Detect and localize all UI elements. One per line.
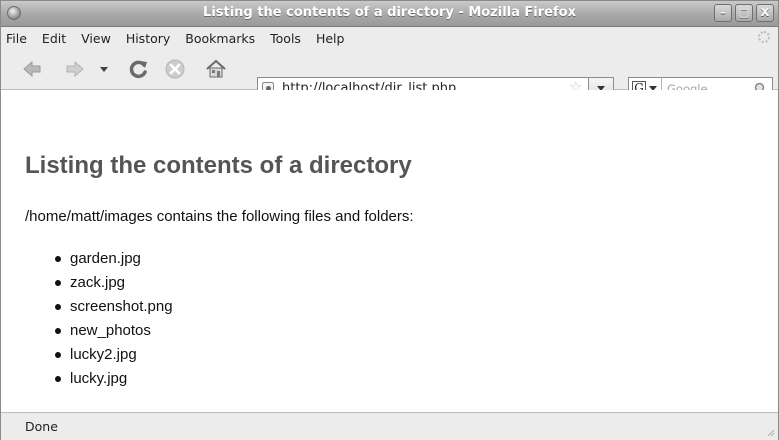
minimize-button[interactable]: – <box>714 4 732 22</box>
list-item: new_photos <box>55 322 173 346</box>
title-bar[interactable]: Listing the contents of a directory - Mo… <box>1 1 778 27</box>
activity-throbber-icon <box>758 31 770 43</box>
list-item: lucky2.jpg <box>55 346 173 370</box>
bullet-icon <box>55 352 61 358</box>
home-icon[interactable] <box>205 58 227 80</box>
list-item: zack.jpg <box>55 274 173 298</box>
resize-grip-icon[interactable] <box>765 427 775 437</box>
back-icon[interactable] <box>21 58 43 80</box>
close-button[interactable]: X <box>756 4 774 22</box>
menu-history[interactable]: History <box>118 31 177 46</box>
file-name: new_photos <box>70 322 151 339</box>
window-title: Listing the contents of a directory - Mo… <box>203 5 576 20</box>
bullet-icon <box>55 328 61 334</box>
file-name: screenshot.png <box>70 298 173 315</box>
directory-listing: garden.jpg zack.jpg screenshot.png new_p… <box>55 250 173 394</box>
bullet-icon <box>55 304 61 310</box>
status-text: Done <box>25 419 58 434</box>
status-bar: Done <box>1 412 778 440</box>
forward-icon[interactable] <box>64 58 86 80</box>
page-content: Listing the contents of a directory /hom… <box>1 90 778 412</box>
menu-file[interactable]: File <box>1 31 34 46</box>
menu-bookmarks[interactable]: Bookmarks <box>177 31 262 46</box>
window-controls: – □ X <box>714 4 774 22</box>
maximize-button[interactable]: □ <box>735 4 753 22</box>
file-name: zack.jpg <box>70 274 126 291</box>
directory-intro: /home/matt/images contains the following… <box>25 208 414 225</box>
history-dropdown-icon[interactable] <box>98 58 110 80</box>
page-heading: Listing the contents of a directory <box>25 152 412 179</box>
menu-tools[interactable]: Tools <box>262 31 308 46</box>
list-item: screenshot.png <box>55 298 173 322</box>
list-item: lucky.jpg <box>55 370 173 394</box>
bullet-icon <box>55 376 61 382</box>
browser-window: Listing the contents of a directory - Mo… <box>0 0 779 440</box>
menu-bar: File Edit View History Bookmarks Tools H… <box>1 27 778 49</box>
menu-edit[interactable]: Edit <box>34 31 73 46</box>
list-item: garden.jpg <box>55 250 173 274</box>
file-name: garden.jpg <box>70 250 141 267</box>
file-name: lucky.jpg <box>70 370 128 387</box>
menu-view[interactable]: View <box>73 31 118 46</box>
bullet-icon <box>55 256 61 262</box>
stop-icon[interactable] <box>164 58 186 80</box>
bullet-icon <box>55 280 61 286</box>
menu-help[interactable]: Help <box>308 31 352 46</box>
reload-icon[interactable] <box>127 58 149 80</box>
file-name: lucky2.jpg <box>70 346 137 363</box>
